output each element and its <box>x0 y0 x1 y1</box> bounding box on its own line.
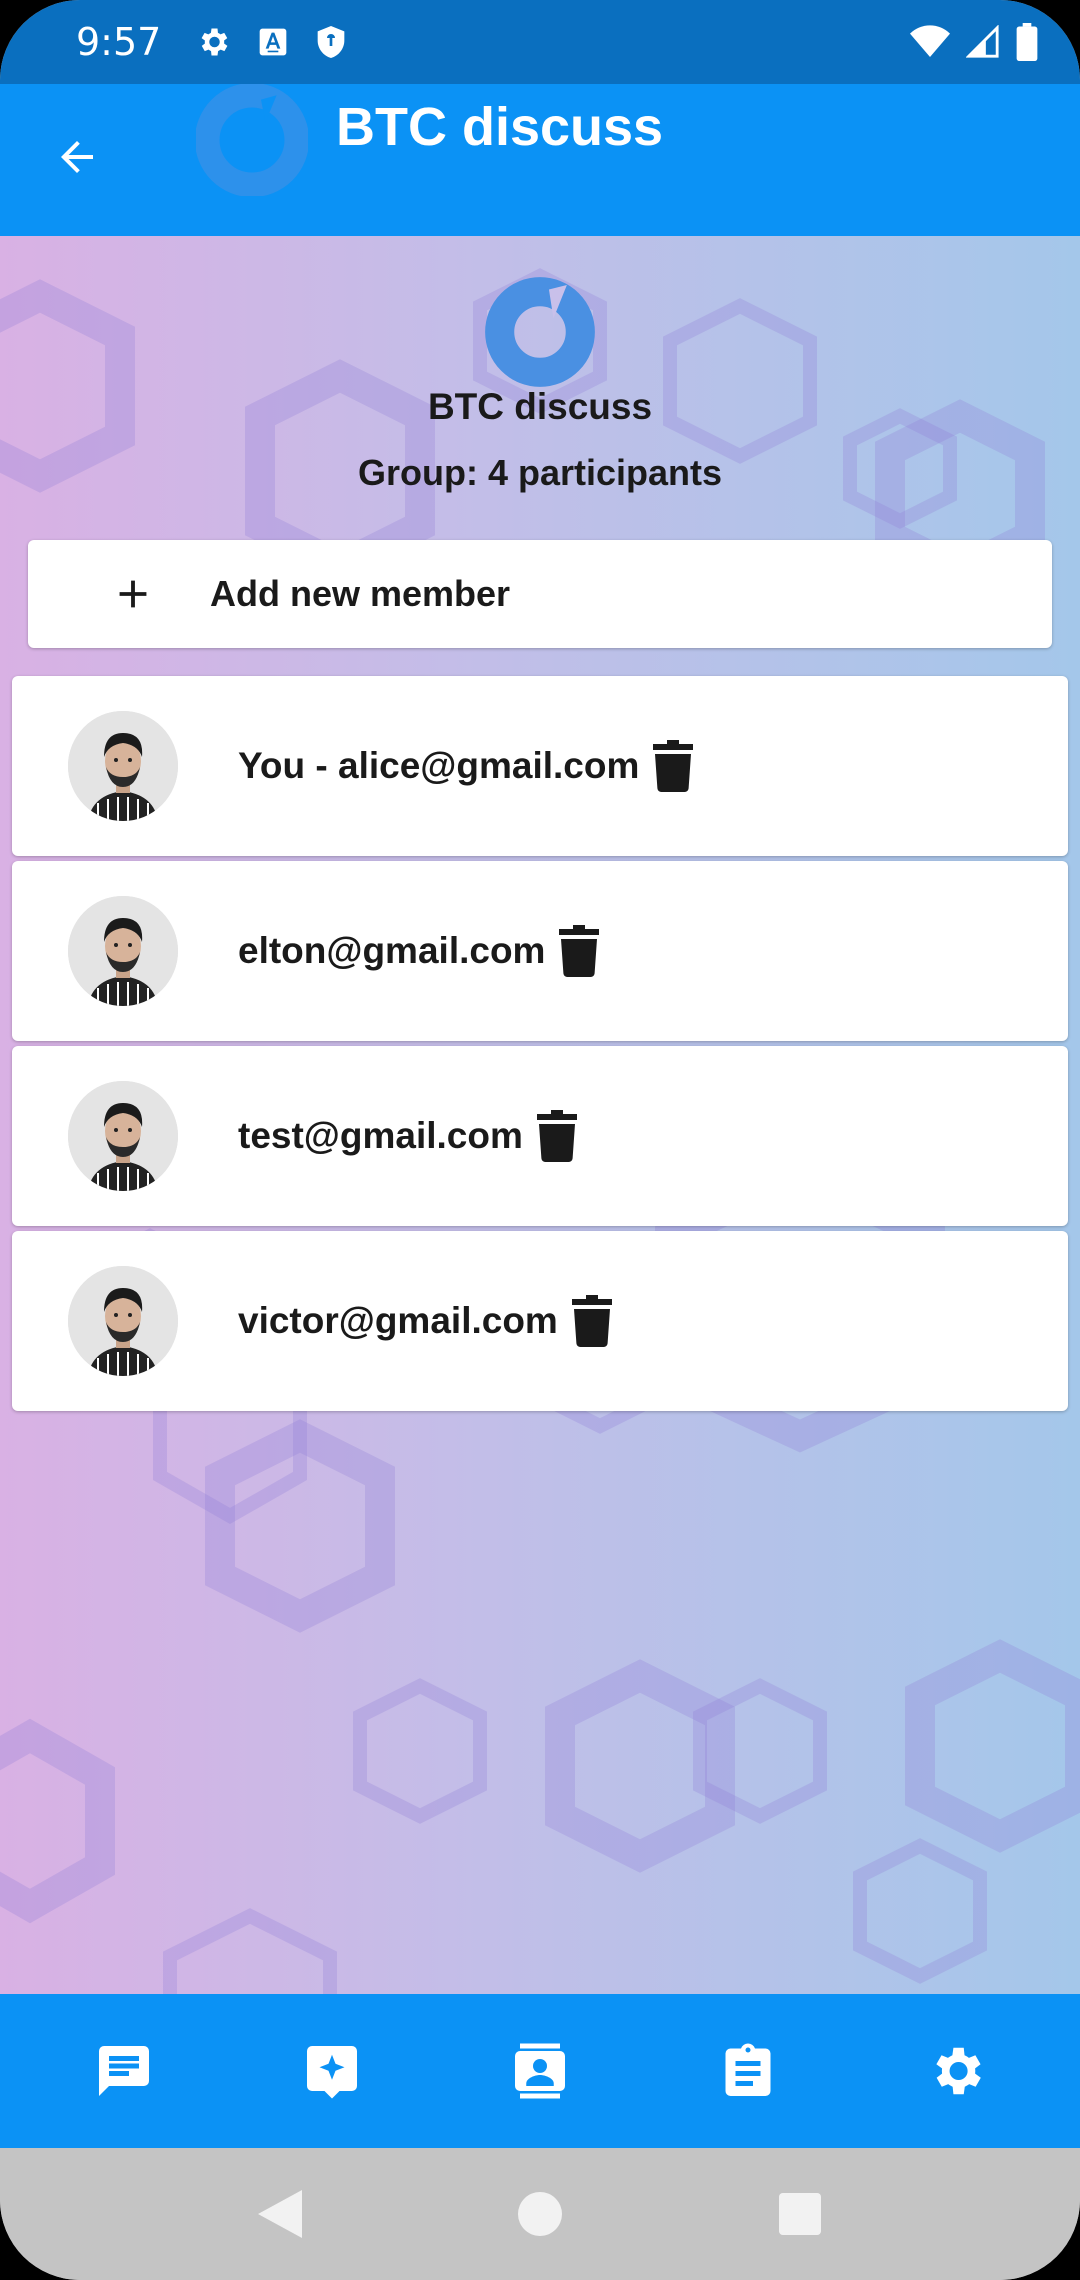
status-time: 9:57 <box>76 20 162 64</box>
sparkle-chat-icon <box>307 2046 357 2099</box>
status-bar: 9:57 <box>0 0 1080 84</box>
group-name: BTC discuss <box>427 386 653 427</box>
member-email: You - alice@gmail.com <box>238 745 640 786</box>
add-member-label: Add new member <box>210 573 511 614</box>
app-title: BTC discuss <box>336 97 664 157</box>
chat-icon <box>99 2046 149 2096</box>
trash-icon[interactable] <box>653 740 694 792</box>
nav-chats[interactable] <box>69 2016 179 2126</box>
system-nav-bar <box>0 2148 1080 2280</box>
participants-count: Group: 4 participants <box>357 452 723 493</box>
nav-ai-chat[interactable] <box>277 2016 387 2126</box>
add-member-button[interactable]: Add new member <box>28 540 1052 648</box>
system-home-button[interactable] <box>510 2184 570 2244</box>
circle-home-icon <box>518 2192 562 2236</box>
back-button[interactable] <box>44 124 110 190</box>
signal-icon <box>966 25 1000 59</box>
shield-icon <box>315 24 347 60</box>
member-row[interactable]: test@gmail.com <box>12 1046 1068 1226</box>
trash-icon[interactable] <box>559 925 600 977</box>
wifi-icon <box>910 25 950 59</box>
member-row[interactable]: victor@gmail.com <box>12 1231 1068 1411</box>
trash-icon[interactable] <box>571 1295 612 1347</box>
arrow-back-icon <box>61 141 93 173</box>
avatar <box>68 711 178 821</box>
font-a-icon <box>257 26 289 58</box>
triangle-back-icon <box>258 2190 302 2238</box>
group-details-content: BTC discuss Group: 4 participants Add ne… <box>0 236 1080 1994</box>
app-bar: BTC discuss <box>0 82 1080 236</box>
settings-icon <box>195 24 231 60</box>
plus-icon <box>119 580 147 608</box>
phone-screen: 9:57 BTC discuss BTC discuss Group: 4 pa… <box>0 0 1080 2280</box>
member-email: victor@gmail.com <box>238 1300 558 1341</box>
avatar <box>68 1266 178 1376</box>
member-email: elton@gmail.com <box>238 930 546 971</box>
bottom-nav <box>0 1994 1080 2148</box>
group-logo-icon <box>194 82 310 198</box>
trash-icon[interactable] <box>536 1110 577 1162</box>
member-row[interactable]: You - alice@gmail.com <box>12 676 1068 856</box>
member-email: test@gmail.com <box>238 1115 523 1156</box>
member-list: You - alice@gmail.com elton@gmail.com te… <box>12 676 1068 1416</box>
status-icons-right <box>910 23 1038 61</box>
square-recents-icon <box>779 2193 821 2235</box>
avatar <box>68 1081 178 1191</box>
nav-settings[interactable] <box>901 2016 1011 2126</box>
member-row[interactable]: elton@gmail.com <box>12 861 1068 1041</box>
system-back-button[interactable] <box>250 2184 310 2244</box>
nav-contacts[interactable] <box>485 2016 595 2126</box>
status-icons-left <box>195 24 347 60</box>
battery-icon <box>1016 23 1038 61</box>
contacts-icon <box>515 2043 565 2099</box>
nav-tasks[interactable] <box>693 2016 803 2126</box>
system-recents-button[interactable] <box>770 2184 830 2244</box>
clipboard-icon <box>725 2043 771 2096</box>
avatar <box>68 896 178 1006</box>
group-avatar <box>484 276 596 388</box>
settings-icon <box>936 2047 981 2095</box>
